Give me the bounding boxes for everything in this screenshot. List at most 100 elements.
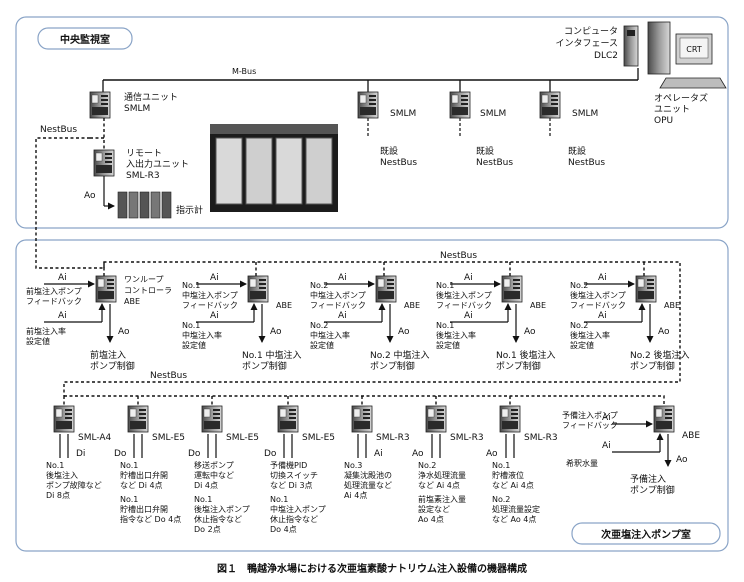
opu-label-3: OPU [654,116,673,126]
sml-note-5-0-1: 凝集沈殿池の [344,470,392,480]
spare-abe-out-1: 予備注入 [630,473,666,485]
spare-abe-in1-2: フィードバック [562,421,618,430]
abe-ai1-2: Ai [210,273,219,283]
abe-out-1-0: 前塩注入 [90,349,126,361]
sml-label-1: SML-A4 [78,433,112,443]
smlm-2-label: SMLM [480,109,506,119]
sml-io-2: Do [114,449,127,459]
smlm-3-existing-2: NestBus [568,158,605,168]
abe-ai1-1: Ai [58,273,67,283]
central-room-label: 中央監視室 [60,33,110,46]
smlm-unit-3 [539,91,561,119]
spare-abe-label: ABE [682,431,700,441]
abe-in1-5-0: No.2 [570,281,588,290]
sml-note-4-1-0: No.1 [270,495,288,504]
smlm-3-existing-1: 既設 [568,145,586,157]
opu-label-2: ユニット [654,105,690,115]
spare-abe-ai2: Ai [602,441,611,451]
computer-if-label-1: コンピュータ [564,26,618,37]
spare-abe-in1-1: 予備注入ポンプ [562,410,618,420]
spare-abe-out-2: ポンプ制御 [630,484,675,496]
abe-ao-3: Ao [398,327,410,337]
sml-io-7: Ao [486,449,498,459]
abe-label-3: ABE [404,301,420,310]
abe-in2-4-1: 後塩注入率 [436,330,476,340]
abe-in2-2-2: 設定値 [182,340,206,350]
smlm-1-existing-1: 既設 [380,145,398,157]
sml-label-2: SML-E5 [152,433,185,443]
sml-note-3-1-3: Do 2点 [194,525,221,534]
abe-ai1-3: Ai [338,273,347,283]
sml-note-2-0-0: No.1 [120,461,138,470]
abe-ai2-2: Ai [210,311,219,321]
figure-caption: 図１ 鴨越浄水場における次亜塩素酸ナトリウム注入設備の機器構成 [217,562,527,575]
abe-in1-4-2: フィードバック [436,301,492,310]
sml-note-5-0-2: 処理流量など [344,480,392,490]
comm-unit-smlm [89,91,111,119]
remote-io-label-1: リモート [126,149,162,159]
sml-note-2-1-2: 指令など Do 4点 [120,514,181,524]
smlm-3-label: SMLM [572,109,598,119]
abe-in1-3-1: 中塩注入ポンプ [310,290,366,300]
sml-note-7-1-2: など Ao 4点 [492,515,536,524]
abe-in1-3-2: フィードバック [310,301,366,310]
abe-in2-1-1: 設定値 [26,336,50,346]
sml-note-2-1-1: 貯槽出口弁開 [120,504,168,514]
sml-note-6-0-1: 浄水処理流量 [418,470,466,480]
abe-label-2: ABE [276,301,292,310]
abe-out-3-1: ポンプ制御 [370,360,415,372]
abe-ai2-1: Ai [58,311,67,321]
m-bus-label: M-Bus [232,67,256,76]
sml-note-1-0-2: ポンプ故障など [46,480,102,490]
abe-in2-3-1: 中塩注入率 [310,330,350,340]
remote-io-label-2: 入出力ユニット [126,158,189,170]
sml-label-4: SML-E5 [302,433,335,443]
smlm-unit-1 [357,91,379,119]
abe-ao-4: Ao [524,327,536,337]
abe-in1-2-2: フィードバック [182,301,238,310]
sml-label-5: SML-R3 [376,433,410,443]
abe-in2-5-0: No.2 [570,321,588,330]
sml-io-1: Di [76,449,85,459]
abe-out-2-0: No.1 中塩注入 [242,349,302,361]
abe-in1-3-0: No.2 [310,281,328,290]
sml-note-1-0-0: No.1 [46,461,64,470]
abe-in1-5-1: 後塩注入ポンプ [570,290,626,300]
abe-in2-3-2: 設定値 [310,340,334,350]
abe-ao-5: Ao [658,327,670,337]
sml-note-3-1-2: 休止指令など [194,514,242,524]
nestbus-bottom-label: NestBus [150,371,187,381]
sml-note-4-1-2: 休止指令など [270,514,318,524]
abe-in2-5-2: 設定値 [570,340,594,350]
abe-label-5: ABE [664,301,680,310]
abe-out-5-0: No.2 後塩注入 [630,349,690,361]
sml-note-7-0-2: など Ai 4点 [492,481,534,490]
spare-abe-in2: 希釈水量 [566,458,598,468]
sml-note-3-0-0: 移送ポンプ [194,460,234,470]
abe-ai1-4: Ai [464,273,473,283]
nestbus-mid-label: NestBus [440,251,477,261]
abe-in2-5-1: 後塩注入率 [570,330,610,340]
smlm-2-existing-1: 既設 [476,145,494,157]
abe-ao-2: Ao [270,327,282,337]
equipment-diagram: 中央監視室 次亜塩注入ポンプ室 M-Bus 通信ユニット SMLM リモート 入… [0,0,744,582]
sml-note-4-0-2: など Di 3点 [270,481,313,490]
sml-note-4-1-3: Do 4点 [270,525,297,534]
smlm-unit-2 [449,91,471,119]
sml-note-2-0-2: など Di 4点 [120,481,163,490]
abe-in2-4-0: No.1 [436,321,454,330]
sml-note-7-1-0: No.2 [492,495,510,504]
sml-note-2-1-0: No.1 [120,495,138,504]
sml-note-1-0-1: 後塩注入 [46,470,78,480]
abe-out-4-0: No.1 後塩注入 [496,349,556,361]
abe-in1-1-0: 前塩注入ポンプ [26,286,82,296]
abe-in2-2-0: No.1 [182,321,200,330]
abe-title-1-2: ABE [124,297,140,306]
sml-note-3-0-1: 運転中など [194,470,234,480]
abe-ao-1: Ao [118,327,130,337]
pump-room-label: 次亜塩注入ポンプ室 [601,528,691,541]
abe-in1-5-2: フィードバック [570,301,626,310]
abe-in2-1-0: 前塩注入率 [26,326,66,336]
smlm-1-existing-2: NestBus [380,158,417,168]
sml-note-7-0-0: No.1 [492,461,510,470]
